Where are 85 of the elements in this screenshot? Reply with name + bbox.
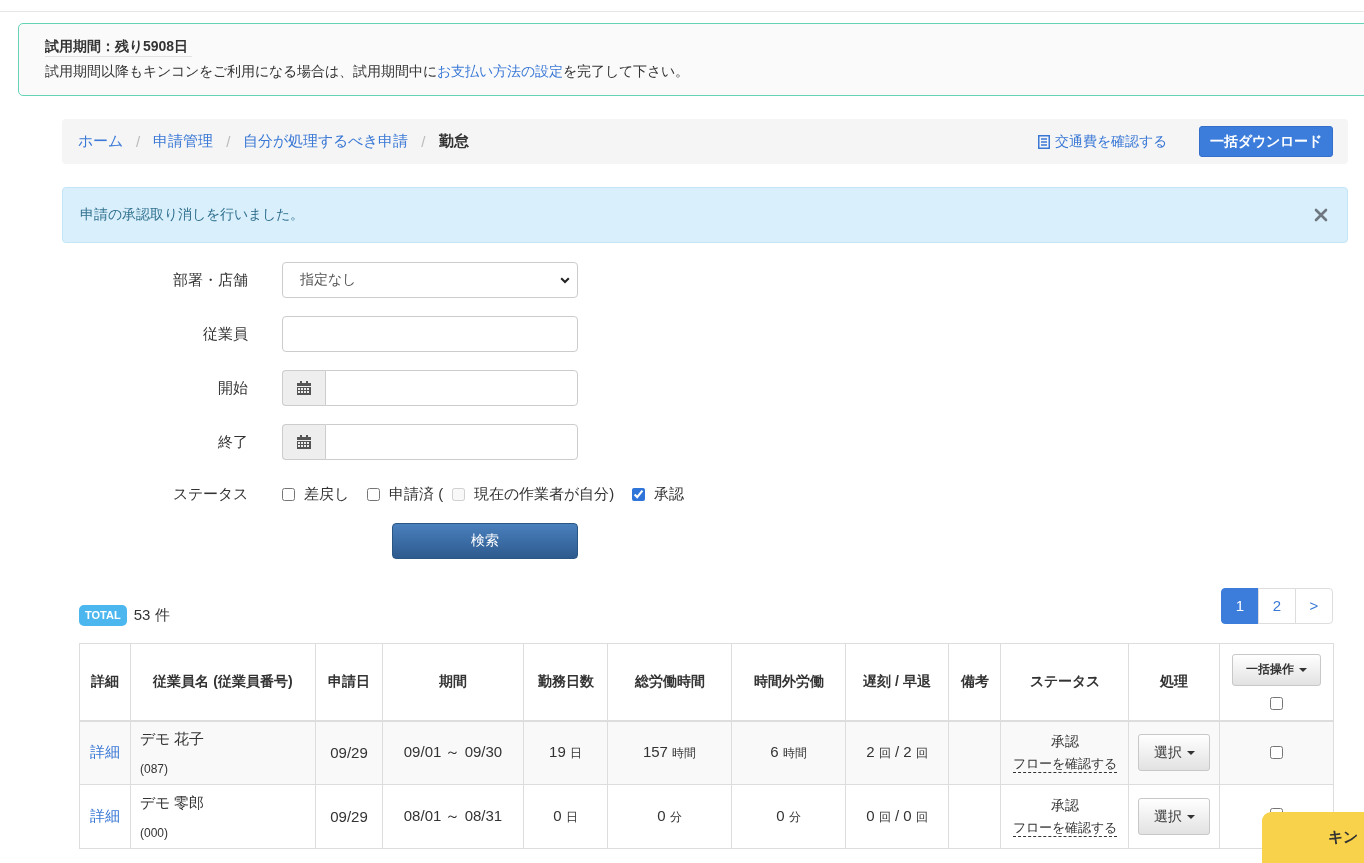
- detail-link[interactable]: 詳細: [90, 743, 120, 761]
- employee-name: デモ 花子: [140, 728, 206, 749]
- floating-tab-button[interactable]: キン: [1262, 812, 1364, 863]
- breadcrumb-link[interactable]: 申請管理: [153, 132, 214, 151]
- chevron-down-icon: [560, 276, 570, 284]
- row-checkbox[interactable]: [1270, 746, 1283, 760]
- column-header: 総労働時間: [607, 643, 732, 721]
- calendar-icon: [297, 381, 311, 395]
- department-select[interactable]: 指定なし: [282, 262, 578, 298]
- date-picker-addon[interactable]: [282, 370, 325, 406]
- employee-number: (000): [140, 824, 169, 841]
- status-option-label: 申請済 (: [389, 484, 444, 504]
- status-checkbox[interactable]: [367, 487, 380, 501]
- bulk-action-dropdown[interactable]: 一括操作: [1232, 653, 1321, 686]
- breadcrumb-link[interactable]: ホーム: [78, 132, 123, 151]
- late-early-cell: 0 回 / 0 回: [845, 784, 949, 849]
- pagination-link[interactable]: >: [1295, 588, 1333, 624]
- total-hours-cell: 0 分: [607, 784, 732, 849]
- pagination-link[interactable]: 1: [1221, 588, 1259, 624]
- action-dropdown[interactable]: 選択: [1138, 798, 1210, 835]
- applied-date-cell: 09/29: [315, 784, 383, 849]
- status-option-label: 差戻し: [304, 484, 349, 504]
- detail-link[interactable]: 詳細: [90, 807, 120, 824]
- work-days-cell: 19 日: [523, 720, 608, 785]
- breadcrumb-link[interactable]: 自分が処理するべき申請: [243, 132, 409, 151]
- close-icon[interactable]: [1314, 208, 1328, 222]
- breadcrumb-separator: /: [135, 133, 142, 150]
- commute-expense-link[interactable]: 交通費を確認する: [1038, 132, 1167, 151]
- column-header: 備考: [948, 643, 1001, 721]
- select-all-checkbox[interactable]: [1270, 696, 1283, 710]
- column-header: 詳細: [79, 643, 131, 721]
- column-header: 勤務日数: [523, 643, 608, 721]
- status-label: ステータス: [172, 484, 248, 504]
- department-label: 部署・店舗: [172, 270, 248, 290]
- caret-icon: [1186, 814, 1195, 819]
- trial-title: 試用期間：残り5908日: [45, 36, 193, 57]
- row-checkbox[interactable]: [1270, 807, 1283, 812]
- employee-input[interactable]: [282, 316, 578, 352]
- total-count: 53 件: [133, 606, 170, 625]
- status-text: 承認: [1049, 732, 1080, 751]
- end-date-input[interactable]: [325, 424, 578, 460]
- employee-label: 従業員: [202, 324, 248, 344]
- document-icon: [1038, 134, 1050, 149]
- trial-message: 試用期間以降もキンコンをご利用になる場合は、試用期間中にお支払い方法の設定を完了して下さい。: [45, 62, 690, 81]
- column-header: ステータス: [1000, 643, 1129, 721]
- status-checkbox[interactable]: [282, 487, 295, 501]
- column-header: 申請日: [315, 643, 383, 721]
- bulk-download-button[interactable]: 一括ダウンロード: [1199, 126, 1333, 157]
- status-checkbox[interactable]: [632, 487, 646, 501]
- column-header: 従業員名 (従業員番号): [130, 643, 316, 721]
- period-cell: 09/01 ～ 09/30: [382, 720, 524, 785]
- pagination-link[interactable]: 2: [1258, 588, 1296, 624]
- total-hours-cell: 157 時間: [607, 720, 732, 785]
- breadcrumb-separator: /: [420, 133, 427, 150]
- alert-message: 申請の承認取り消しを行いました。: [80, 206, 304, 224]
- status-option-label: 現在の作業者が自分): [474, 484, 615, 504]
- caret-icon: [1186, 750, 1195, 755]
- column-header: 処理: [1128, 643, 1220, 721]
- column-header: 遅刻 / 早退: [845, 643, 949, 721]
- employee-number: (087): [140, 760, 169, 777]
- overtime-cell: 0 分: [731, 784, 846, 849]
- flow-link[interactable]: フローを確認する: [1012, 820, 1117, 837]
- late-early-cell: 2 回 / 2 回: [845, 720, 949, 785]
- start-date-label: 開始: [217, 378, 248, 398]
- work-days-cell: 0 日: [523, 784, 608, 849]
- period-cell: 08/01 ～ 08/31: [382, 784, 524, 849]
- total-badge: TOTAL: [79, 605, 127, 626]
- overtime-cell: 6 時間: [731, 720, 846, 785]
- calendar-icon: [297, 435, 311, 449]
- date-picker-addon[interactable]: [282, 424, 325, 460]
- employee-name: デモ 零郎: [140, 792, 206, 813]
- column-header: 期間: [382, 643, 524, 721]
- status-option-label: 承認: [654, 484, 685, 504]
- status-text: 承認: [1049, 796, 1080, 814]
- search-button[interactable]: 検索: [392, 523, 578, 559]
- action-dropdown[interactable]: 選択: [1138, 734, 1210, 772]
- breadcrumb-separator: /: [225, 133, 232, 150]
- caret-icon: [1299, 667, 1307, 672]
- start-date-input[interactable]: [325, 370, 578, 406]
- applied-date-cell: 09/29: [315, 720, 383, 785]
- end-date-label: 終了: [217, 432, 248, 452]
- payment-settings-link[interactable]: お支払い方法の設定: [437, 63, 563, 79]
- current-page-title: 勤怠: [438, 132, 469, 151]
- column-header: 時間外労働: [731, 643, 846, 721]
- flow-link[interactable]: フローを確認する: [1012, 756, 1117, 774]
